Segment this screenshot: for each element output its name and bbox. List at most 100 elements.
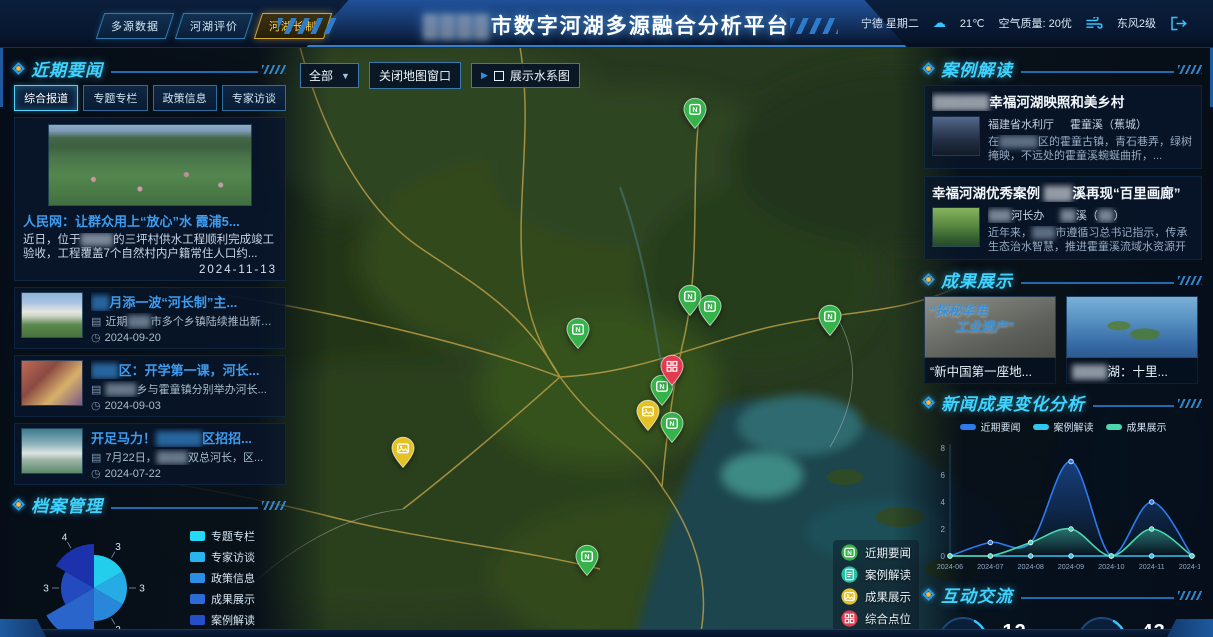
left-edge-accent [0, 47, 3, 107]
map-legend-item-case[interactable]: 案例解读 [841, 566, 911, 583]
news-thumbnail [21, 292, 83, 338]
rose-legend-item: 专家访谈 [190, 549, 255, 565]
news-tab-expert-interview[interactable]: 专家访谈 [222, 85, 286, 111]
water-system-layer-toggle[interactable]: ▶ 展示水系图 [471, 63, 580, 88]
case-legend-icon [841, 566, 858, 583]
svg-text:N: N [827, 312, 832, 321]
news-item-subtitle: ▤近期███市多个乡镇陆续推出新一... [91, 313, 279, 329]
nav-tab-multi-source-data[interactable]: 多源数据 [96, 13, 174, 39]
section-header-line [1093, 398, 1202, 408]
news-thumbnail [21, 360, 83, 406]
news-list-item[interactable]: ███区：开学第一课，河长... ▤████乡与霍童镇分别举办河长... ◷20… [14, 355, 286, 417]
interaction-section-title: 互动交流 [941, 582, 1013, 607]
svg-text:3: 3 [43, 584, 49, 595]
map-legend-label: 综合点位 [865, 611, 911, 627]
line-chart-legend-item: 成果展示 [1106, 419, 1167, 434]
section-header-line [1021, 590, 1202, 600]
rose-chart-svg: 333534 [14, 522, 186, 637]
archive-section-header: 档案管理 [14, 492, 286, 517]
map-legend-item-news[interactable]: N 近期要闻 [841, 544, 911, 561]
rose-legend-item: 专题专栏 [190, 528, 255, 544]
bottom-frame-bar [0, 629, 1213, 637]
news-tab-comprehensive[interactable]: 综合报道 [14, 85, 78, 111]
header-slash-decor-left [278, 18, 336, 34]
map-pin-news[interactable]: N [818, 304, 843, 342]
news-item-subtitle: ▤7月22日，████双总河长，区... [91, 449, 279, 465]
svg-text:4: 4 [941, 498, 946, 507]
news-tab-policy-info[interactable]: 政策信息 [153, 85, 217, 111]
news-list-item[interactable]: ██月添一波“河长制”主... ▤近期███市多个乡镇陆续推出新一... ◷20… [14, 287, 286, 349]
map-legend-label: 成果展示 [865, 589, 911, 605]
map-legend-label: 近期要闻 [865, 545, 911, 561]
rose-legend-item: 成果展示 [190, 591, 255, 607]
diamond-icon [922, 396, 935, 409]
case-title: ██████幸福河湖映照和美乡村 [932, 91, 1194, 111]
marker-filter-select[interactable]: 全部 ▼ [300, 63, 359, 88]
map-pin-news[interactable]: N [660, 411, 685, 449]
svg-text:2024-06: 2024-06 [937, 562, 963, 571]
svg-text:3: 3 [139, 584, 145, 595]
document-icon: ▤ [91, 452, 101, 464]
svg-text:6: 6 [941, 471, 946, 480]
svg-text:N: N [707, 302, 712, 311]
news-featured-body: 近日，位于████的三坪村供水工程顺利完成竣工验收，工程覆盖7个自然村内户籍常住… [23, 233, 277, 261]
case-meta: ███河长办 ██溪（██） [988, 207, 1194, 223]
analysis-section-title: 新闻成果变化分析 [941, 390, 1085, 415]
map-pin-news[interactable]: N [698, 294, 723, 332]
close-map-window-button[interactable]: 关闭地图窗口 [369, 62, 461, 89]
section-header-line [111, 64, 286, 74]
combined-legend-icon [841, 610, 858, 627]
news-featured-image [48, 124, 252, 206]
news-category-tabs: 综合报道 专题专栏 政策信息 专家访谈 [14, 85, 286, 111]
weather-wind: 东风2级 [1117, 15, 1156, 31]
svg-text:N: N [584, 552, 589, 561]
weather-air-quality: 空气质量: 20优 [999, 15, 1072, 31]
map-marker-legend: N 近期要闻案例解读成果展示综合点位 [833, 540, 919, 631]
news-item-date: ◷2024-09-20 [91, 331, 279, 344]
nav-tab-river-lake-evaluation[interactable]: 河湖评价 [175, 13, 253, 39]
checkbox-icon [494, 71, 504, 81]
svg-text:8: 8 [941, 444, 946, 453]
map-pin-news[interactable]: N [575, 544, 600, 582]
line-chart-legend-item: 案例解读 [1033, 419, 1094, 434]
map-pin-achievement[interactable] [391, 436, 416, 474]
svg-text:2024-11: 2024-11 [1139, 562, 1165, 571]
dashboard: NNNNNNNN ████市数字河湖多源融合分析平台 多源数据 河湖评价 河湖长… [0, 0, 1213, 637]
svg-text:2024-08: 2024-08 [1017, 562, 1043, 571]
map-pin-achievement[interactable] [636, 399, 661, 437]
svg-text:2: 2 [941, 525, 946, 534]
achievements-section-header: 成果展示 [924, 267, 1202, 292]
news-item-title: ███区：开学第一课，河长... [91, 360, 279, 379]
case-item[interactable]: ██████幸福河湖映照和美乡村 福建省水利厅 霍童溪（蕉城） 在█████区的… [924, 85, 1202, 169]
wind-icon [1086, 17, 1103, 29]
svg-text:3: 3 [115, 542, 121, 553]
svg-text:4: 4 [62, 532, 68, 543]
case-thumbnail [932, 207, 980, 247]
news-featured-card[interactable]: 人民网：让群众用上“放心”水 霞浦5... 近日，位于████的三坪村供水工程顺… [14, 117, 286, 281]
map-legend-item-combined[interactable]: 综合点位 [841, 610, 911, 627]
right-panel: 案例解读 ██████幸福河湖映照和美乡村 福建省水利厅 霍童溪（蕉城） 在██… [924, 54, 1202, 629]
analysis-section-header: 新闻成果变化分析 [924, 390, 1202, 415]
case-item[interactable]: 幸福河湖优秀案例 ███溪再现“百里画廊” ███河长办 ██溪（██） 近年来… [924, 176, 1202, 260]
achievement-card[interactable]: ████湖：十里... [1066, 296, 1198, 384]
rose-legend-item: 政策信息 [190, 570, 255, 586]
map-pin-news[interactable]: N [683, 97, 708, 135]
triangle-icon: ▶ [481, 70, 488, 81]
header-slash-decor-right [790, 18, 838, 34]
line-chart-svg: 024682024-062024-072024-082024-092024-10… [924, 434, 1200, 580]
map-legend-item-achievement[interactable]: 成果展示 [841, 588, 911, 605]
svg-text:2024-09: 2024-09 [1058, 562, 1084, 571]
rose-legend-item: 案例解读 [190, 612, 255, 628]
news-tab-special-column[interactable]: 专题专栏 [83, 85, 147, 111]
news-legend-icon: N [841, 544, 858, 561]
achievement-image: “探秘华电 工业遗产” [924, 296, 1056, 358]
map-pin-combined[interactable] [660, 354, 685, 392]
achievement-caption: “新中国第一座地... [924, 358, 1056, 384]
rose-chart-legend: 专题专栏专家访谈政策信息成果展示案例解读综合报道 [190, 528, 255, 637]
map-pin-news[interactable]: N [566, 317, 591, 355]
line-chart-legend-item: 近期要闻 [960, 419, 1021, 434]
left-panel: 近期要闻 综合报道 专题专栏 政策信息 专家访谈 人民网：让群众用上“放心”水 … [14, 54, 286, 629]
news-list-item[interactable]: 开足马力！█████区招招... ▤7月22日，████双总河长，区... ◷2… [14, 423, 286, 485]
exit-icon[interactable] [1170, 16, 1187, 31]
achievement-card[interactable]: “探秘华电 工业遗产” “新中国第一座地... [924, 296, 1056, 384]
